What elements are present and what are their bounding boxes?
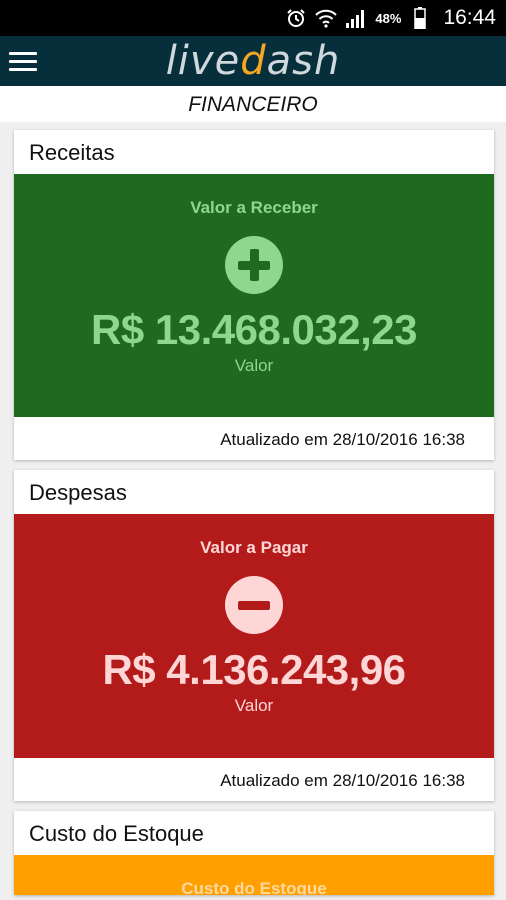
- card-caption: Valor: [234, 696, 274, 715]
- card-body[interactable]: Valor a Receber R$ 13.468.032,23 Valor: [14, 174, 494, 417]
- card-subtitle: Valor a Receber: [190, 198, 318, 217]
- receitas-card[interactable]: Receitas Valor a Receber R$ 13.468.032,2…: [14, 130, 494, 460]
- card-caption: Valor: [234, 356, 274, 375]
- battery-icon: [409, 7, 431, 29]
- card-body[interactable]: Valor a Pagar R$ 4.136.243,96 Valor: [14, 514, 494, 758]
- app-bar: live d ash: [0, 36, 506, 86]
- status-bar: 48% 16:44: [0, 0, 506, 36]
- wifi-icon: [315, 7, 338, 29]
- minus-circle-icon: [225, 576, 283, 634]
- card-updated-at: Atualizado em 28/10/2016 16:38: [220, 430, 465, 449]
- alarm-icon: [285, 7, 307, 29]
- plus-circle-icon: [225, 236, 283, 294]
- card-amount: R$ 13.468.032,23: [91, 306, 417, 353]
- card-header: Receitas: [29, 140, 115, 165]
- battery-percent: 48%: [375, 10, 402, 26]
- clock: 16:44: [443, 6, 496, 29]
- card-header: Custo do Estoque: [29, 821, 204, 846]
- card-body[interactable]: Custo do Estoque: [14, 855, 494, 895]
- card-updated-at: Atualizado em 28/10/2016 16:38: [220, 771, 465, 790]
- app-logo: live d ash: [165, 38, 341, 84]
- card-amount: R$ 4.136.243,96: [102, 646, 406, 693]
- card-subtitle: Custo do Estoque: [181, 879, 327, 895]
- custo-estoque-card[interactable]: Custo do Estoque Custo do Estoque: [14, 811, 494, 895]
- signal-icon: [345, 7, 367, 29]
- card-subtitle: Valor a Pagar: [200, 538, 308, 557]
- card-header: Despesas: [29, 480, 127, 505]
- page-title: FINANCEIRO: [0, 86, 506, 122]
- despesas-card[interactable]: Despesas Valor a Pagar R$ 4.136.243,96 V…: [14, 470, 494, 801]
